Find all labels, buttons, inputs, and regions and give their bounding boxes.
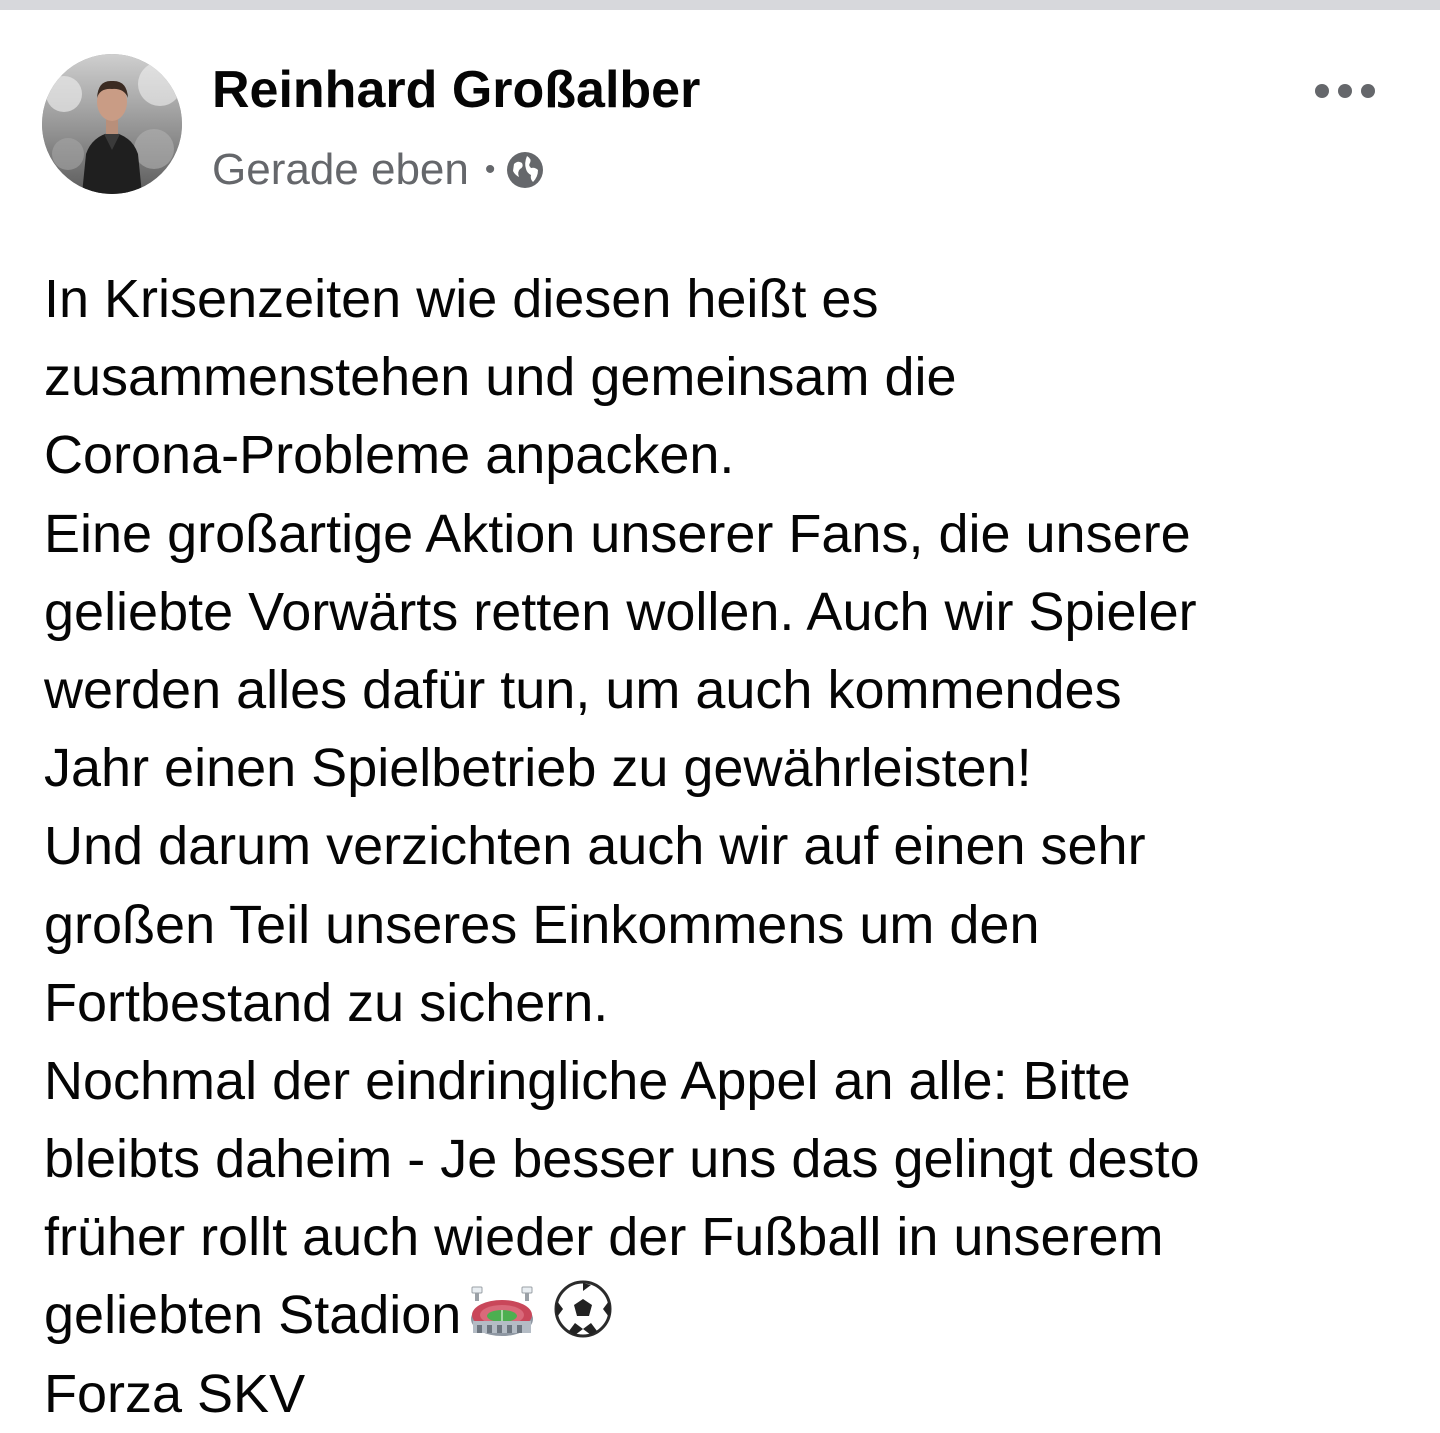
post-text-line: Eine großartige Aktion unserer Fans, die… [44,503,1191,564]
avatar[interactable] [42,54,182,194]
author-name[interactable]: Reinhard Großalber [212,58,700,122]
more-options-icon [1315,84,1375,98]
post-text-line: geliebten Stadion [44,1285,462,1346]
post-body: In Krisenzeiten wie diesen heißt es zusa… [44,260,1424,1433]
timestamp[interactable]: Gerade eben [212,145,469,195]
post-text-line: Fortbestand zu sichern. [44,972,609,1033]
globe-icon[interactable] [505,150,545,190]
post-text-line: Nochmal der eindringliche Appel an alle:… [44,1050,1131,1111]
post-text-line: werden alles dafür tun, um auch kommende… [44,659,1122,720]
soccer-ball-emoji [543,1279,619,1360]
post-text-line: Corona-Probleme anpacken. [44,425,735,486]
meta-separator: • [484,153,496,186]
post-text-line: früher rollt auch wieder der Fußball in … [44,1207,1164,1268]
post-text-line: großen Teil unseres Einkommens um den [44,894,1040,955]
post-text-line: bleibts daheim - Je besser uns das gelin… [44,1129,1200,1190]
post-meta: Gerade eben • [212,142,545,198]
facebook-post: Reinhard Großalber Gerade eben • In Kris… [0,10,1440,1425]
post-text-line: zusammenstehen und gemeinsam die [44,347,957,408]
post-text-line-with-emoji: geliebten Stadion [44,1276,1424,1354]
post-text-line: Jahr einen Spielbetrieb zu gewährleisten… [44,738,1032,799]
stadium-emoji [469,1282,535,1360]
post-text-line: Und darum verzichten auch wir auf einen … [44,816,1146,877]
avatar-photo [42,54,182,194]
top-divider [0,0,1440,10]
post-text-line: Forza SKV [44,1363,306,1424]
more-options-button[interactable] [1300,66,1390,116]
post-text-line: geliebte Vorwärts retten wollen. Auch wi… [44,581,1197,642]
post-text-line: In Krisenzeiten wie diesen heißt es [44,269,879,329]
